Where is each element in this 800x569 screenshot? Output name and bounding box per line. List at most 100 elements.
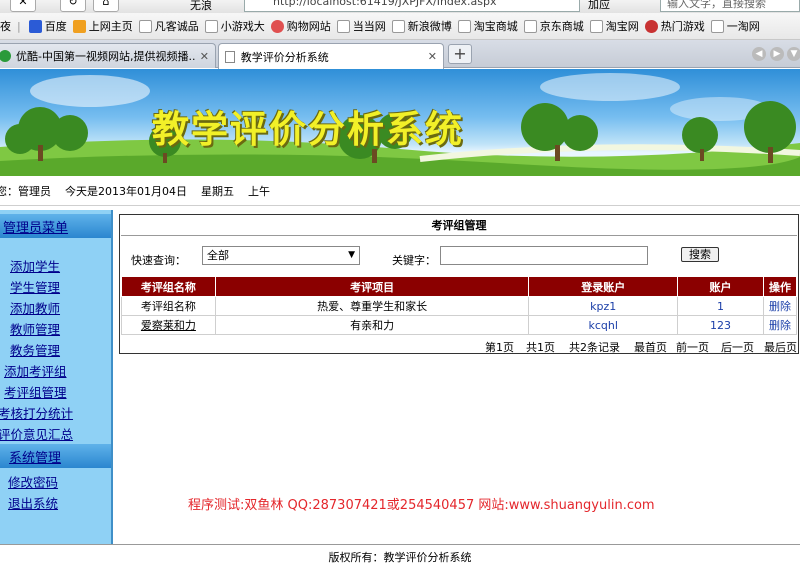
- bookmark-shopping[interactable]: 购物网站: [270, 18, 331, 34]
- youku-icon: [0, 50, 11, 62]
- sidebar-item-logout[interactable]: 退出系统: [8, 493, 58, 512]
- category-select-value: 全部: [207, 249, 229, 262]
- cell-item: 有亲和力: [214, 315, 530, 335]
- banner: 教学评价分析系统: [0, 69, 800, 176]
- pagination: 第1页 共1页 共2条记录 最首页 前一页 后一页 最后页: [485, 339, 799, 355]
- bookmark-jd[interactable]: 京东商城: [523, 18, 584, 34]
- bookmark-hao123[interactable]: 上网主页: [72, 18, 133, 34]
- toolbar-title[interactable]: 无浪: [190, 0, 212, 13]
- page-icon: [523, 19, 537, 33]
- user-info-text: 您：管理员 今天是2013年01月04日 星期五 上午: [0, 184, 270, 198]
- tab-list-icon[interactable]: ▼: [787, 47, 800, 61]
- tab-label: 优酷-中国第一视频网站,提供视频播...: [15, 50, 196, 63]
- refresh-icon[interactable]: ↻: [60, 0, 86, 12]
- next-page-link[interactable]: 后一页: [721, 339, 754, 355]
- bookmark-weibo[interactable]: 新浪微博: [391, 18, 452, 34]
- bookmark-hotgames[interactable]: 热门游戏: [644, 18, 705, 34]
- close-icon[interactable]: ✕: [200, 50, 209, 63]
- group-table: 考评组名称 考评项目 登录账户 账户 操作 考评组名称 热爱、尊重学生和家长 k…: [121, 276, 798, 335]
- address-text: http://localhost:61419/JXPJFX/Index.aspx: [273, 0, 497, 8]
- cell-account: 123: [677, 315, 764, 335]
- sidebar: 管理员菜单 添加学生 学生管理 添加教师 教师管理 教务管理 添加考评组 考评组…: [0, 210, 113, 544]
- sidebar-item-academic-manage[interactable]: 教务管理: [10, 340, 60, 359]
- last-page-link[interactable]: 最后页: [764, 339, 797, 355]
- game-icon: [644, 19, 658, 33]
- search-placeholder: 输入文字，直接搜索: [667, 0, 766, 10]
- page-total: 共1页: [526, 341, 555, 354]
- main-panel: 考评组管理 快速查询： 全部 ▼ 关键字： 搜索 考评组名称 考评项目 登录账户…: [119, 214, 799, 354]
- bookmark-tmall[interactable]: 淘宝商城: [457, 18, 518, 34]
- new-tab-button[interactable]: +: [448, 44, 472, 64]
- keyword-label: 关键字：: [392, 254, 436, 267]
- bookmark-vancl[interactable]: 凡客诚品: [138, 18, 199, 34]
- page-icon: [589, 19, 603, 33]
- sidebar-item-feedback-summary[interactable]: 评价意见汇总: [0, 424, 73, 443]
- bookmark-baidu[interactable]: 百度: [28, 18, 67, 34]
- credit-text: 程序测试:双鱼林 QQ:287307421或254540457 网站:www.s…: [188, 498, 655, 513]
- close-icon[interactable]: ✕: [428, 50, 437, 63]
- delete-link[interactable]: 删除: [762, 296, 798, 316]
- tab-youku[interactable]: 优酷-中国第一视频网站,提供视频播... ✕: [0, 43, 216, 68]
- page-icon: [457, 19, 471, 33]
- bookmark-dangdang[interactable]: 当当网: [336, 18, 386, 34]
- col-header-login: 登录账户: [528, 276, 679, 297]
- panel-title: 考评组管理: [121, 216, 797, 236]
- page-icon: [225, 50, 235, 63]
- cell-item: 热爱、尊重学生和家长: [214, 296, 530, 316]
- cell-login: kcqhl: [528, 315, 679, 335]
- prev-page-link[interactable]: 前一页: [676, 339, 709, 355]
- first-page-link[interactable]: 最首页: [634, 339, 667, 355]
- sidebar-item-add-student[interactable]: 添加学生: [10, 256, 60, 275]
- tab-label: 教学评价分析系统: [240, 50, 329, 64]
- footer: 版权所有：教学评价分析系统: [0, 544, 800, 569]
- page-icon: [336, 19, 350, 33]
- sidebar-item-change-password[interactable]: 修改密码: [8, 472, 58, 491]
- keyword-input[interactable]: [440, 246, 648, 265]
- tab-strip: 优酷-中国第一视频网站,提供视频播... ✕ 教学评价分析系统 ✕ + ◀ ▶ …: [0, 40, 800, 69]
- copyright-text: 版权所有：教学评价分析系统: [328, 551, 472, 564]
- col-header-item: 考评项目: [214, 276, 530, 297]
- sidebar-item-add-teacher[interactable]: 添加教师: [10, 298, 60, 317]
- hao123-icon: [72, 19, 86, 33]
- sidebar-item-teacher-manage[interactable]: 教师管理: [10, 319, 60, 338]
- page-current: 第1页: [485, 341, 514, 354]
- bookmark-game[interactable]: 小游戏大: [204, 18, 265, 34]
- sidebar-item-add-group[interactable]: 添加考评组: [4, 361, 67, 380]
- page-icon: [391, 19, 405, 33]
- quick-search-label: 快速查询：: [131, 254, 186, 267]
- col-header-account: 账户: [677, 276, 764, 297]
- chevron-down-icon: ▼: [348, 250, 355, 260]
- sidebar-item-group-manage[interactable]: 考评组管理: [4, 382, 67, 401]
- sidebar-item-score-stats[interactable]: 考核打分统计: [0, 403, 73, 422]
- page-icon: [710, 19, 724, 33]
- delete-link[interactable]: 删除: [762, 315, 798, 335]
- sidebar-header-system[interactable]: 系统管理: [0, 444, 111, 468]
- bookmarks-bar: 夜 | 百度 上网主页 凡客诚品 小游戏大 购物网站 当当网 新浪微博 淘宝商城…: [0, 13, 800, 40]
- category-select[interactable]: 全部 ▼: [202, 246, 360, 265]
- browser-toolbar: ✕ ↻ ⌂ 无浪 http://localhost:61419/JXPJFX/I…: [0, 0, 800, 13]
- tab-active[interactable]: 教学评价分析系统 ✕: [218, 43, 444, 69]
- page-icon: [138, 19, 152, 33]
- bookmark-prefix[interactable]: 夜: [0, 18, 11, 34]
- sidebar-header-admin[interactable]: 管理员菜单: [0, 214, 111, 238]
- add-button[interactable]: 加应: [588, 0, 610, 12]
- home-icon[interactable]: ⌂: [93, 0, 119, 12]
- separator: |: [17, 19, 21, 33]
- scroll-left-icon[interactable]: ◀: [752, 47, 766, 61]
- address-bar[interactable]: http://localhost:61419/JXPJFX/Index.aspx: [244, 0, 580, 12]
- col-header-group-name: 考评组名称: [121, 276, 216, 297]
- search-button[interactable]: 搜索: [681, 247, 719, 262]
- scroll-right-icon[interactable]: ▶: [770, 47, 784, 61]
- bookmark-taobao[interactable]: 淘宝网: [589, 18, 639, 34]
- search-box[interactable]: 输入文字，直接搜索: [660, 0, 800, 12]
- col-header-action: 操作: [762, 276, 798, 297]
- cell-account: 1: [677, 296, 764, 316]
- record-count: 共2条记录: [569, 341, 620, 354]
- cell-group-name: 考评组名称: [121, 296, 216, 316]
- baidu-icon: [28, 19, 42, 33]
- back-icon[interactable]: ✕: [10, 0, 36, 12]
- cart-icon: [270, 19, 284, 33]
- cell-login: kpz1: [528, 296, 679, 316]
- bookmark-etao[interactable]: 一淘网: [710, 18, 760, 34]
- sidebar-item-student-manage[interactable]: 学生管理: [10, 277, 60, 296]
